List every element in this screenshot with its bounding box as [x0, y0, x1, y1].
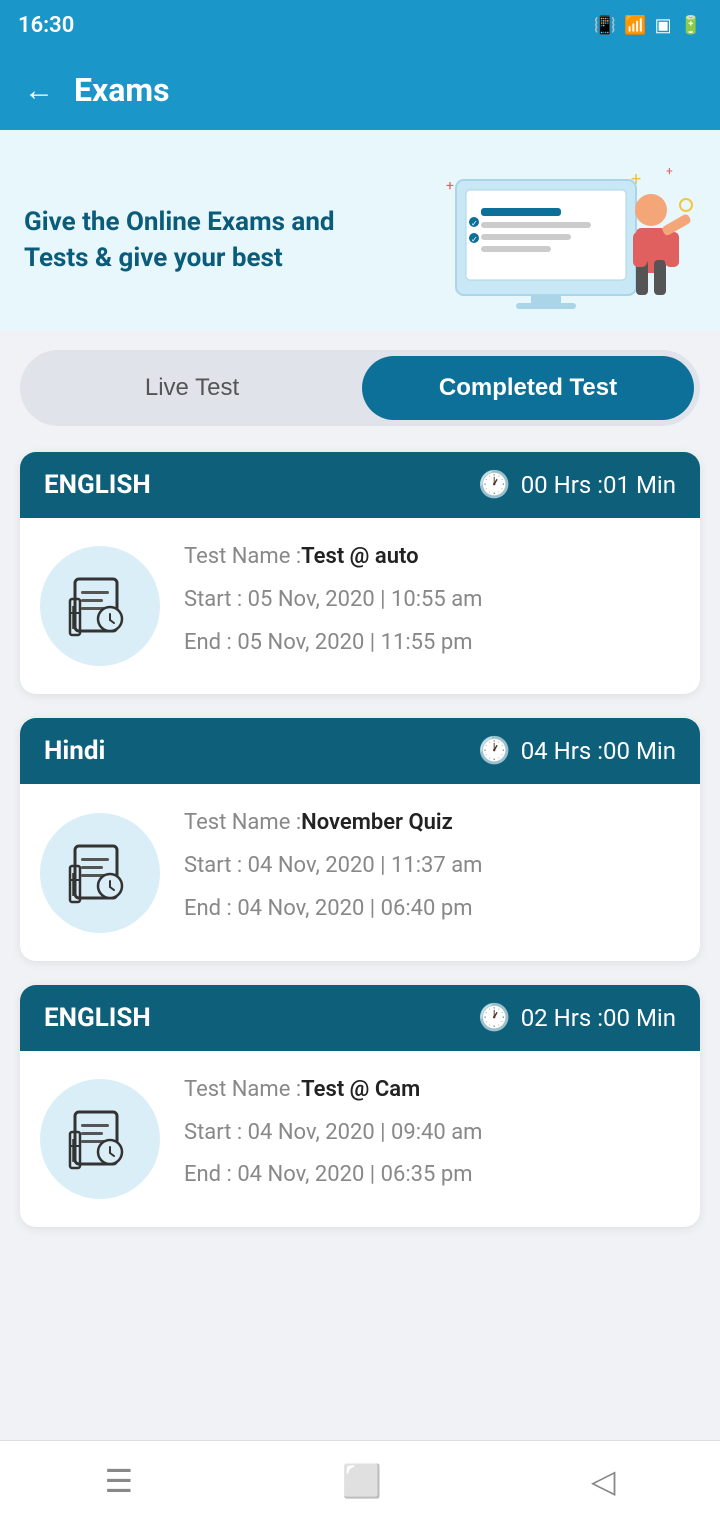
end-row-1: End : 05 Nov, 2020 | 11:55 pm: [184, 628, 680, 659]
card-header-3: ENGLISH 🕐 02 Hrs :00 Min: [20, 985, 700, 1051]
vibrate-icon: 📳: [594, 15, 616, 36]
card-body-3: Test Name :Test @ Cam Start : 04 Nov, 20…: [20, 1051, 700, 1227]
test-icon-3: [65, 1104, 135, 1174]
bottom-nav: ☰ ⬜ ◁: [0, 1440, 720, 1520]
card-subject-3: ENGLISH: [44, 1003, 151, 1033]
test-name-row-2: Test Name :November Quiz: [184, 808, 680, 839]
exam-card-1[interactable]: ENGLISH 🕐 00 Hrs :01 Min: [20, 452, 700, 694]
menu-icon[interactable]: ☰: [104, 1462, 133, 1500]
end-row-2: End : 04 Nov, 2020 | 06:40 pm: [184, 894, 680, 925]
tab-completed-test[interactable]: Completed Test: [362, 356, 694, 420]
card-subject-2: Hindi: [44, 736, 105, 766]
card-body-1: Test Name :Test @ auto Start : 05 Nov, 2…: [20, 518, 700, 694]
tabs-container: Live Test Completed Test: [0, 330, 720, 436]
card-info-1: Test Name :Test @ auto Start : 05 Nov, 2…: [184, 542, 680, 670]
card-duration-2: 🕐 04 Hrs :00 Min: [478, 736, 676, 766]
test-name-row-3: Test Name :Test @ Cam: [184, 1075, 680, 1106]
clock-icon-3: 🕐: [478, 1003, 510, 1033]
card-icon-circle-2: [40, 813, 160, 933]
screen-icon: ▣: [655, 15, 672, 36]
card-header-2: Hindi 🕐 04 Hrs :00 Min: [20, 718, 700, 784]
tab-live-test[interactable]: Live Test: [26, 356, 358, 420]
card-header-1: ENGLISH 🕐 00 Hrs :01 Min: [20, 452, 700, 518]
banner-illustration: ✓ ✓ + + +: [436, 160, 696, 320]
clock-icon-2: 🕐: [478, 736, 510, 766]
back-button[interactable]: ←: [24, 73, 54, 108]
status-time: 16:30: [18, 13, 74, 38]
start-row-2: Start : 04 Nov, 2020 | 11:37 am: [184, 851, 680, 882]
status-icons: 📳 📶 ▣ 🔋: [594, 15, 702, 36]
cards-container: ENGLISH 🕐 00 Hrs :01 Min: [0, 436, 720, 1361]
svg-text:✓: ✓: [471, 235, 478, 244]
banner: Give the Online Exams and Tests & give y…: [0, 130, 720, 330]
exam-card-3[interactable]: ENGLISH 🕐 02 Hrs :00 Min: [20, 985, 700, 1227]
card-duration-3: 🕐 02 Hrs :00 Min: [478, 1003, 676, 1033]
illustration-svg: ✓ ✓ + + +: [436, 160, 696, 320]
status-bar: 16:30 📳 📶 ▣ 🔋: [0, 0, 720, 50]
exam-card-2[interactable]: Hindi 🕐 04 Hrs :00 Min: [20, 718, 700, 960]
card-body-2: Test Name :November Quiz Start : 04 Nov,…: [20, 784, 700, 960]
home-icon[interactable]: ⬜: [342, 1462, 382, 1500]
back-nav-icon[interactable]: ◁: [591, 1462, 616, 1500]
svg-text:+: +: [446, 178, 454, 194]
test-icon-2: [65, 838, 135, 908]
banner-text: Give the Online Exams and Tests & give y…: [24, 204, 364, 277]
end-row-3: End : 04 Nov, 2020 | 06:35 pm: [184, 1160, 680, 1191]
card-info-3: Test Name :Test @ Cam Start : 04 Nov, 20…: [184, 1075, 680, 1203]
svg-text:+: +: [631, 169, 641, 190]
card-duration-1: 🕐 00 Hrs :01 Min: [478, 470, 676, 500]
card-icon-circle-3: [40, 1079, 160, 1199]
page-title: Exams: [74, 71, 170, 109]
svg-text:+: +: [666, 164, 673, 178]
svg-text:✓: ✓: [471, 219, 478, 228]
wifi-icon: 📶: [624, 15, 646, 36]
card-icon-circle-1: [40, 546, 160, 666]
card-subject-1: ENGLISH: [44, 470, 151, 500]
clock-icon-1: 🕐: [478, 470, 510, 500]
header: ← Exams: [0, 50, 720, 130]
test-name-row-1: Test Name :Test @ auto: [184, 542, 680, 573]
start-row-1: Start : 05 Nov, 2020 | 10:55 am: [184, 585, 680, 616]
card-info-2: Test Name :November Quiz Start : 04 Nov,…: [184, 808, 680, 936]
test-icon-1: [65, 571, 135, 641]
start-row-3: Start : 04 Nov, 2020 | 09:40 am: [184, 1118, 680, 1149]
tabs: Live Test Completed Test: [20, 350, 700, 426]
battery-icon: 🔋: [680, 15, 702, 36]
